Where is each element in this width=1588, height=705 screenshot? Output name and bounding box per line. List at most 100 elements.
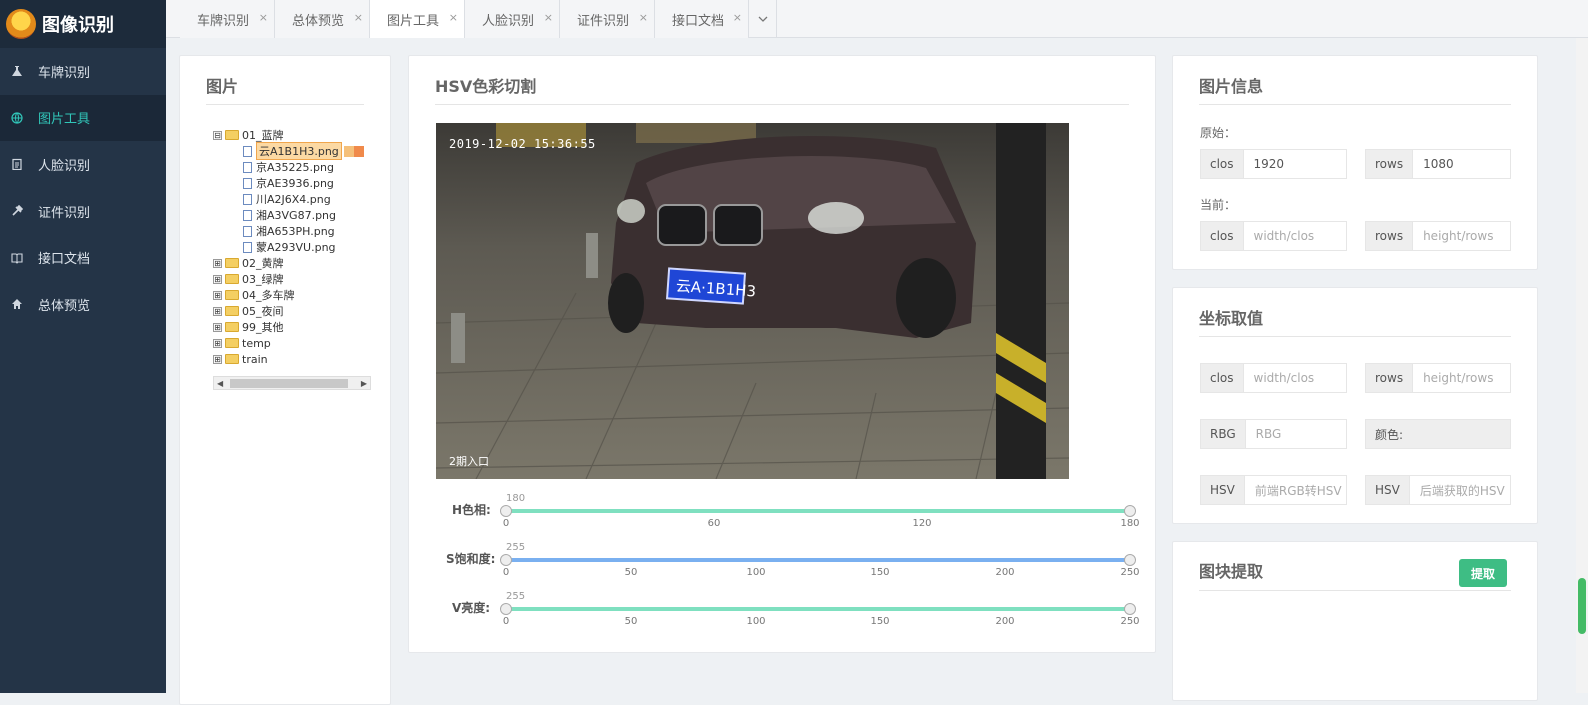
expand-icon[interactable]: ⊞ bbox=[213, 354, 222, 364]
field-label: clos bbox=[1201, 222, 1244, 250]
sidebar-item-face-recognition[interactable]: 人脸识别 bbox=[0, 141, 166, 188]
sidebar-item-id-recognition[interactable]: 证件识别 bbox=[0, 188, 166, 235]
folder-name: temp bbox=[242, 336, 271, 350]
field-placeholder[interactable]: height/rows bbox=[1413, 364, 1510, 392]
sidebar-item-api-docs[interactable]: 接口文档 bbox=[0, 234, 166, 281]
value-tick: 200 bbox=[995, 616, 1015, 627]
tree-file[interactable]: 京A35225.png bbox=[243, 159, 334, 175]
close-icon[interactable]: × bbox=[733, 11, 742, 24]
coord-rows-field[interactable]: rows height/rows bbox=[1365, 363, 1511, 393]
extract-button[interactable]: 提取 bbox=[1459, 559, 1507, 587]
field-placeholder[interactable]: 前端RGB转HSV bbox=[1244, 476, 1346, 504]
field-value[interactable]: 1920 bbox=[1243, 150, 1346, 178]
expand-icon[interactable]: ⊞ bbox=[213, 338, 222, 348]
collapse-icon[interactable]: ⊟ bbox=[213, 130, 222, 140]
hsv-frontend-field[interactable]: HSV 前端RGB转HSV bbox=[1200, 475, 1347, 505]
folder-icon bbox=[225, 338, 239, 348]
saturation-slider-max-handle[interactable] bbox=[1124, 554, 1136, 566]
close-icon[interactable]: × bbox=[639, 11, 648, 24]
tree-folder[interactable]: ⊞ temp bbox=[213, 335, 271, 351]
field-placeholder[interactable]: width/clos bbox=[1243, 222, 1346, 250]
field-label: clos bbox=[1201, 150, 1244, 178]
tree-file[interactable]: 京AE3936.png bbox=[243, 175, 334, 191]
tree-folder[interactable]: ⊟ 01_蓝牌 bbox=[213, 127, 284, 143]
tree-horizontal-scrollbar[interactable]: ◀ ▶ bbox=[213, 376, 371, 390]
tab-face-recognition[interactable]: 人脸识别 × bbox=[465, 0, 560, 38]
expand-icon[interactable]: ⊞ bbox=[213, 274, 222, 284]
close-icon[interactable]: × bbox=[354, 11, 363, 24]
expand-icon[interactable]: ⊞ bbox=[213, 290, 222, 300]
saturation-tick: 100 bbox=[746, 567, 766, 578]
hsv-backend-field[interactable]: HSV 后端获取的HSV bbox=[1365, 475, 1511, 505]
scroll-right-icon[interactable]: ▶ bbox=[361, 377, 367, 390]
file-icon bbox=[243, 193, 252, 205]
current-rows-field[interactable]: rows height/rows bbox=[1365, 221, 1511, 251]
tree-file[interactable]: 湘A653PH.png bbox=[243, 223, 335, 239]
hue-tick: 0 bbox=[502, 518, 510, 529]
delete-icon[interactable] bbox=[353, 145, 364, 157]
tab-overview[interactable]: 总体预览 × bbox=[275, 0, 370, 38]
value-slider-min-handle[interactable] bbox=[500, 603, 512, 615]
scroll-left-icon[interactable]: ◀ bbox=[217, 377, 223, 390]
tab-api-docs[interactable]: 接口文档 × bbox=[655, 0, 749, 38]
sidebar: 图像识别 车牌识别 图片工具 人脸识别 证件识别 接口文档 总体预览 bbox=[0, 0, 166, 693]
page-vertical-scrollbar[interactable] bbox=[1576, 38, 1588, 693]
tree-file[interactable]: 云A1B1H3.png bbox=[243, 142, 364, 160]
tree-file[interactable]: 湘A3VG87.png bbox=[243, 207, 336, 223]
tree-folder[interactable]: ⊞ 02_黄牌 bbox=[213, 255, 284, 271]
tab-image-tools[interactable]: 图片工具 × bbox=[370, 0, 465, 38]
value-slider-label: V亮度: bbox=[452, 601, 491, 615]
field-placeholder[interactable]: width/clos bbox=[1243, 364, 1346, 392]
tree-folder[interactable]: ⊞ 03_绿牌 bbox=[213, 271, 284, 287]
expand-icon[interactable]: ⊞ bbox=[213, 258, 222, 268]
original-clos-field[interactable]: clos 1920 bbox=[1200, 149, 1347, 179]
coordinate-title: 坐标取值 bbox=[1199, 309, 1264, 328]
field-placeholder[interactable]: 后端获取的HSV bbox=[1409, 476, 1510, 504]
current-clos-field[interactable]: clos width/clos bbox=[1200, 221, 1347, 251]
hue-slider-max-handle[interactable] bbox=[1124, 505, 1136, 517]
hue-slider-min-handle[interactable] bbox=[500, 505, 512, 517]
original-rows-field[interactable]: rows 1080 bbox=[1365, 149, 1511, 179]
expand-icon[interactable]: ⊞ bbox=[213, 306, 222, 316]
flask-icon bbox=[11, 65, 23, 77]
sidebar-item-image-tools[interactable]: 图片工具 bbox=[0, 94, 166, 142]
tree-file[interactable]: 川A2J6X4.png bbox=[243, 191, 331, 207]
saturation-tick: 50 bbox=[624, 567, 638, 578]
close-icon[interactable]: × bbox=[449, 11, 458, 24]
value-slider-track[interactable] bbox=[506, 607, 1130, 611]
car-photo[interactable]: 云A·1B1H3 2019-12-02 15:36:55 2期入口 bbox=[436, 123, 1069, 479]
scroll-thumb[interactable] bbox=[230, 379, 348, 388]
tab-label: 总体预览 bbox=[292, 13, 345, 29]
tree-folder[interactable]: ⊞ 04_多车牌 bbox=[213, 287, 295, 303]
hue-slider-track[interactable] bbox=[506, 509, 1130, 513]
close-icon[interactable]: × bbox=[259, 11, 268, 24]
app-title: 图像识别 bbox=[42, 15, 114, 36]
scroll-thumb[interactable] bbox=[1578, 578, 1586, 634]
sidebar-item-plate-recognition[interactable]: 车牌识别 bbox=[0, 48, 166, 95]
coord-clos-field[interactable]: clos width/clos bbox=[1200, 363, 1347, 393]
tab-id-recognition[interactable]: 证件识别 × bbox=[560, 0, 655, 38]
folder-name: 04_多车牌 bbox=[242, 289, 295, 302]
value-slider-max-handle[interactable] bbox=[1124, 603, 1136, 615]
field-placeholder[interactable]: RBG bbox=[1245, 420, 1346, 448]
tabs-more-button[interactable] bbox=[749, 0, 777, 38]
tree-file[interactable]: 蒙A293VU.png bbox=[243, 239, 336, 255]
saturation-slider-min-handle[interactable] bbox=[500, 554, 512, 566]
sidebar-item-overview[interactable]: 总体预览 bbox=[0, 281, 166, 328]
field-label: 颜色: bbox=[1366, 420, 1413, 448]
rbg-field[interactable]: RBG RBG bbox=[1200, 419, 1347, 449]
field-placeholder[interactable]: height/rows bbox=[1413, 222, 1510, 250]
edit-icon[interactable] bbox=[343, 145, 354, 157]
current-label: 当前： bbox=[1200, 198, 1237, 212]
expand-icon[interactable]: ⊞ bbox=[213, 322, 222, 332]
value-tick: 100 bbox=[746, 616, 766, 627]
tree-folder[interactable]: ⊞ train bbox=[213, 351, 268, 367]
tree-folder[interactable]: ⊞ 99_其他 bbox=[213, 319, 284, 335]
tree-folder[interactable]: ⊞ 05_夜间 bbox=[213, 303, 284, 319]
close-icon[interactable]: × bbox=[544, 11, 553, 24]
field-value[interactable]: 1080 bbox=[1413, 150, 1510, 178]
folder-icon bbox=[225, 354, 239, 364]
field-label: clos bbox=[1201, 364, 1244, 392]
saturation-slider-track[interactable] bbox=[506, 558, 1130, 562]
tab-plate-recognition[interactable]: 车牌识别 × bbox=[180, 0, 275, 38]
